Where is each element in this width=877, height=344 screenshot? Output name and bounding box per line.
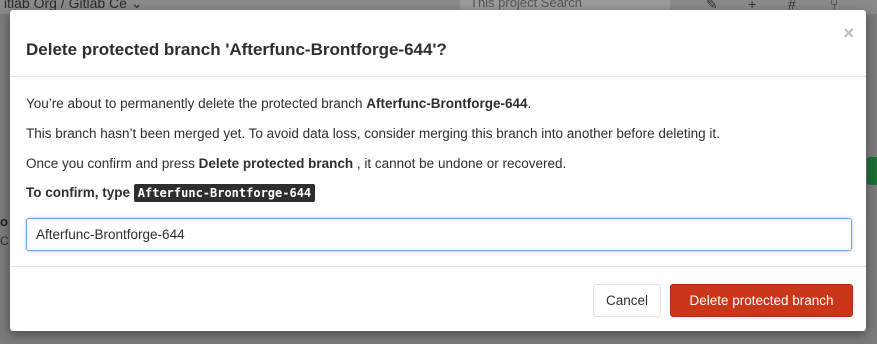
modal-body: You’re about to permanently delete the p…: [10, 77, 866, 267]
modal-title: Delete protected branch 'Afterfunc-Bront…: [26, 40, 447, 59]
irreversible-prefix: Once you confirm and press: [26, 156, 199, 171]
confirm-branch-code: Afterfunc-Brontforge-644: [133, 184, 316, 202]
background-text: o: [0, 214, 8, 229]
background-text: C: [0, 234, 9, 248]
irreversible-suffix: , it cannot be undone or recovered.: [353, 156, 567, 171]
delete-protected-branch-button[interactable]: Delete protected branch: [670, 284, 853, 317]
warning-text-suffix: .: [527, 96, 532, 111]
irreversible-action: Delete protected branch: [198, 156, 354, 171]
confirm-instruction: To confirm, type Afterfunc-Brontforge-64…: [26, 184, 316, 202]
cancel-button[interactable]: Cancel: [593, 284, 661, 317]
modal-header: Delete protected branch 'Afterfunc-Bront…: [10, 10, 866, 77]
background-green-button: [867, 157, 877, 185]
close-icon[interactable]: ×: [843, 24, 854, 42]
warning-text-prefix: You’re about to permanently delete the p…: [26, 96, 367, 111]
confirm-label: To confirm, type: [26, 185, 134, 200]
unmerged-warning-text: This branch hasn’t been merged yet. To a…: [26, 126, 720, 141]
delete-protected-branch-modal: Delete protected branch 'Afterfunc-Bront…: [10, 10, 866, 331]
confirm-branch-input[interactable]: [26, 218, 852, 251]
branch-name: Afterfunc-Brontforge-644: [366, 96, 528, 111]
irreversible-warning-text: Once you confirm and press Delete protec…: [26, 156, 566, 171]
warning-text: You’re about to permanently delete the p…: [26, 96, 531, 111]
